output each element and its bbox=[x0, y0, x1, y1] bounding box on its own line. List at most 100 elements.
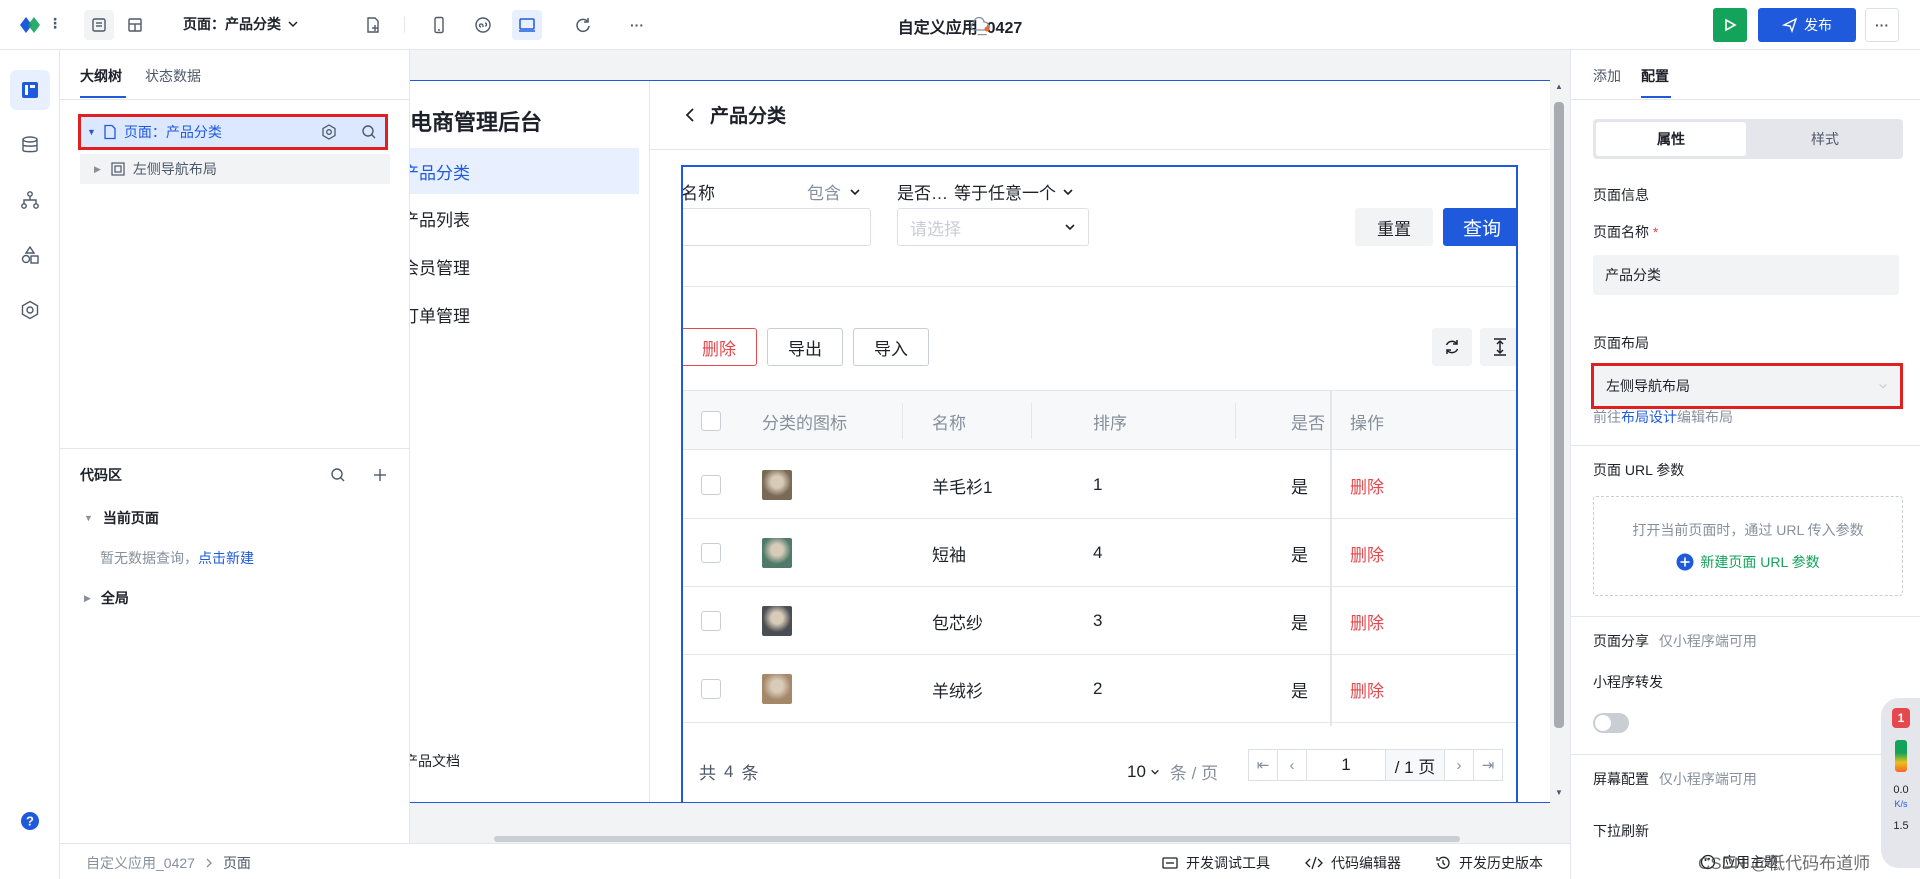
tree-node-layout[interactable]: ▶ 左侧导航布局 bbox=[80, 154, 390, 184]
category-thumbnail bbox=[762, 674, 792, 704]
row-checkbox[interactable] bbox=[701, 679, 721, 699]
table-row[interactable]: 羊绒衫 2 是 删除 bbox=[683, 655, 1516, 723]
add-icon[interactable] bbox=[372, 467, 388, 483]
tree-node-page[interactable]: ▼ 页面：产品分类 bbox=[78, 114, 388, 150]
dev-tools-button[interactable]: 开发调试工具 bbox=[1162, 853, 1270, 873]
code-empty-hint: 暂无数据查询，点击新建 bbox=[100, 548, 254, 568]
page-name-input[interactable]: 产品分类 bbox=[1593, 255, 1899, 295]
crud-component[interactable]: 名称 包含 是否… 等于任意一个 请选择 重置 查询 删除 导出 导入 分类的图… bbox=[681, 165, 1518, 802]
next-page-button[interactable]: › bbox=[1444, 749, 1474, 781]
page-layout-select[interactable]: 左侧导航布局 bbox=[1591, 363, 1903, 409]
row-flag: 是 bbox=[1291, 545, 1308, 565]
preview-nav-item[interactable]: 产品分类 bbox=[410, 148, 639, 194]
code-global[interactable]: ▶ 全局 bbox=[84, 588, 129, 608]
filter-flag-select[interactable]: 请选择 bbox=[897, 208, 1089, 246]
scrollbar-up-arrow[interactable]: ▲ bbox=[1555, 82, 1563, 91]
prev-page-button[interactable]: ‹ bbox=[1277, 749, 1307, 781]
devtools-icon bbox=[1162, 857, 1178, 869]
miniprogram-preview-button[interactable] bbox=[468, 10, 498, 40]
filter-name-input[interactable] bbox=[683, 208, 871, 246]
export-button[interactable]: 导出 bbox=[767, 328, 843, 366]
filter-flag-operator[interactable]: 是否… 等于任意一个 bbox=[897, 179, 1074, 204]
node-settings-icon[interactable] bbox=[321, 124, 337, 140]
preview-nav-item[interactable]: 会员管理 bbox=[410, 243, 639, 289]
row-name: 包芯纱 bbox=[932, 613, 983, 633]
tab-state-data[interactable]: 状态数据 bbox=[145, 66, 201, 86]
select-all-checkbox[interactable] bbox=[701, 411, 721, 431]
filter-reset-button[interactable]: 重置 bbox=[1355, 208, 1433, 246]
preview-doc-link[interactable]: 产品文档 bbox=[410, 751, 460, 771]
refresh-icon[interactable] bbox=[568, 10, 598, 40]
segment-style[interactable]: 样式 bbox=[1750, 122, 1900, 156]
add-page-button[interactable] bbox=[358, 10, 388, 40]
canvas-horizontal-scrollbar-thumb[interactable] bbox=[494, 836, 1460, 842]
app-logo[interactable] bbox=[16, 13, 44, 37]
mini-forward-toggle[interactable] bbox=[1593, 713, 1629, 733]
network-monitor-widget[interactable]: 1 0.0 K/s 1.5 bbox=[1881, 698, 1920, 868]
row-checkbox[interactable] bbox=[701, 475, 721, 495]
more-tools-button[interactable]: ··· bbox=[622, 10, 652, 40]
app-title[interactable]: 自定义应用_0427 bbox=[898, 20, 1023, 37]
back-chevron-icon[interactable] bbox=[684, 107, 696, 123]
row-delete-action[interactable]: 删除 bbox=[1350, 451, 1384, 519]
import-button[interactable]: 导入 bbox=[853, 328, 929, 366]
bulk-delete-button[interactable]: 删除 bbox=[683, 328, 757, 366]
row-delete-action[interactable]: 删除 bbox=[1350, 655, 1384, 723]
help-icon[interactable]: ? bbox=[10, 801, 50, 841]
tab-config[interactable]: 配置 bbox=[1641, 66, 1669, 86]
tab-add[interactable]: 添加 bbox=[1593, 66, 1621, 86]
outline-view-button[interactable] bbox=[84, 10, 114, 40]
chevron-down-icon bbox=[1879, 383, 1887, 389]
row-delete-action[interactable]: 删除 bbox=[1350, 519, 1384, 587]
table-row[interactable]: 短袖 4 是 删除 bbox=[683, 519, 1516, 587]
desktop-preview-button[interactable] bbox=[512, 10, 542, 40]
page-number-input[interactable]: 1 bbox=[1306, 749, 1386, 781]
rail-settings-button[interactable] bbox=[10, 290, 50, 330]
run-button[interactable] bbox=[1713, 8, 1747, 42]
page-selector[interactable]: 页面：产品分类 bbox=[183, 14, 299, 34]
rail-data-button[interactable] bbox=[10, 125, 50, 165]
more-button[interactable]: ··· bbox=[1865, 8, 1899, 42]
row-checkbox[interactable] bbox=[701, 611, 721, 631]
scrollbar-down-arrow[interactable]: ▼ bbox=[1555, 788, 1563, 797]
row-delete-action[interactable]: 删除 bbox=[1350, 587, 1384, 655]
first-page-button[interactable]: ⇤ bbox=[1248, 749, 1278, 781]
table-refresh-button[interactable] bbox=[1432, 328, 1472, 366]
breadcrumb-page[interactable]: 页面 bbox=[223, 853, 251, 873]
layout-design-link[interactable]: 布局设计 bbox=[1621, 409, 1677, 425]
logo-menu-dots[interactable]: ⋮ bbox=[48, 15, 62, 32]
last-page-button[interactable]: ⇥ bbox=[1473, 749, 1503, 781]
filter-query-button[interactable]: 查询 bbox=[1443, 208, 1516, 246]
page-preview: 电商管理后台 产品分类 产品列表 会员管理 订单管理 产品文档 产品分类 名称 … bbox=[410, 80, 1550, 803]
code-current-page[interactable]: ▼ 当前页面 bbox=[84, 508, 159, 528]
row-checkbox[interactable] bbox=[701, 543, 721, 563]
code-current-page-label: 当前页面 bbox=[102, 510, 159, 526]
layout-view-button[interactable] bbox=[120, 10, 150, 40]
history-button[interactable]: 开发历史版本 bbox=[1435, 853, 1543, 873]
total-pages: / 1 页 bbox=[1385, 749, 1445, 781]
rail-outline-button[interactable] bbox=[10, 70, 50, 110]
preview-nav-item[interactable]: 订单管理 bbox=[410, 291, 639, 337]
publish-button[interactable]: 发布 bbox=[1758, 8, 1856, 42]
rail-components-button[interactable] bbox=[10, 235, 50, 275]
add-url-param-button[interactable]: 新建页面 URL 参数 bbox=[1594, 552, 1902, 572]
create-query-link[interactable]: 点击新建 bbox=[198, 550, 254, 566]
table-row[interactable]: 羊毛衫1 1 是 删除 bbox=[683, 451, 1516, 519]
table-row[interactable]: 包芯纱 3 是 删除 bbox=[683, 587, 1516, 655]
mobile-preview-button[interactable] bbox=[424, 10, 454, 40]
canvas-vertical-scrollbar[interactable]: ▲ ▼ bbox=[1550, 80, 1568, 803]
tab-outline-tree[interactable]: 大纲树 bbox=[80, 66, 122, 86]
preview-nav-item[interactable]: 产品列表 bbox=[410, 195, 639, 241]
page-size-select[interactable]: 10 条 / 页 bbox=[1127, 759, 1218, 784]
rail-flow-button[interactable] bbox=[10, 180, 50, 220]
row-checkbox-cell bbox=[701, 519, 721, 587]
row-icon-cell bbox=[762, 587, 792, 655]
breadcrumb-app[interactable]: 自定义应用_0427 bbox=[86, 853, 195, 873]
scrollbar-thumb[interactable] bbox=[1554, 102, 1564, 728]
filter-name-operator[interactable]: 包含 bbox=[807, 179, 861, 204]
search-icon[interactable] bbox=[330, 467, 346, 483]
table-density-button[interactable] bbox=[1480, 328, 1516, 366]
node-search-icon[interactable] bbox=[361, 124, 377, 140]
segment-props[interactable]: 属性 bbox=[1596, 122, 1746, 156]
code-editor-button[interactable]: 代码编辑器 bbox=[1305, 853, 1401, 873]
